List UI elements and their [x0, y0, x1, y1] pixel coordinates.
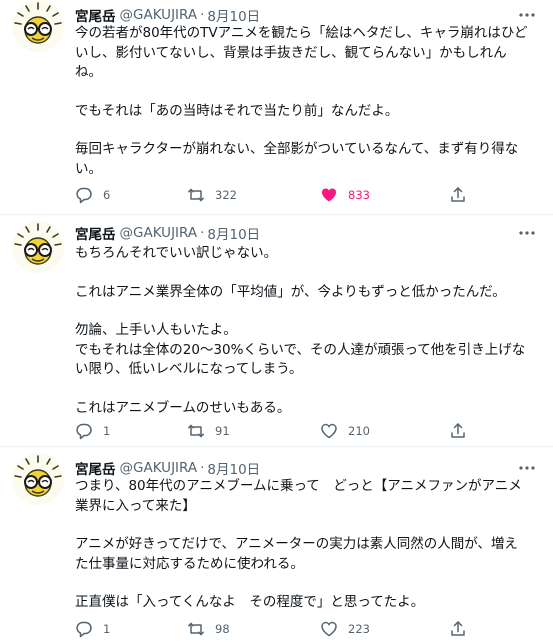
more-button[interactable]	[517, 5, 537, 25]
share-icon	[449, 620, 467, 638]
share-button[interactable]	[449, 619, 467, 639]
tweet-paragraph: 勿論、上手い人もいたよ。 でもそれは全体の20〜30%くらいで、その人達が頑張っ…	[75, 322, 526, 377]
tweet-actions: 6 322 833	[75, 185, 475, 205]
share-icon	[449, 186, 467, 204]
reply-count: 1	[103, 424, 111, 438]
tweet-date[interactable]: 8月10日	[207, 5, 260, 25]
like-count: 833	[348, 188, 370, 202]
reply-icon	[75, 620, 93, 638]
avatar[interactable]	[12, 453, 64, 505]
tweet-actions: 1 98 223	[75, 619, 475, 639]
heart-icon	[320, 620, 338, 638]
dot-separator: ·	[200, 225, 205, 241]
retweet-count: 98	[215, 622, 230, 636]
tweet[interactable]: 宮尾岳 @GAKUJIRA · 8月10日 もちろんそれでいい訳じゃない。 これ…	[0, 215, 553, 445]
tweet-paragraph: これはアニメ業界全体の「平均値」が、今よりもずっと低かったんだ。	[75, 283, 506, 300]
share-icon	[449, 422, 467, 440]
like-count: 210	[348, 424, 370, 438]
avatar[interactable]	[12, 0, 64, 52]
tweet-paragraph: アニメが好きってだけで、アニメーターの実力は素人同然の人間が、増え た仕事量に対…	[75, 536, 518, 572]
tweet-text: つまり、80年代のアニメブームに乗って どっと【アニメファンがアニメ 業界に入っ…	[75, 477, 545, 613]
retweet-icon	[187, 620, 205, 638]
reply-icon	[75, 186, 93, 204]
author-name[interactable]: 宮尾岳	[75, 223, 116, 243]
like-button[interactable]: 210	[320, 421, 370, 441]
retweet-count: 91	[215, 424, 230, 438]
tweet-actions: 1 91 210	[75, 421, 475, 441]
tweet-date[interactable]: 8月10日	[207, 458, 260, 478]
retweet-button[interactable]: 91	[187, 421, 230, 441]
author-handle[interactable]: @GAKUJIRA	[120, 460, 198, 476]
tweet[interactable]: 宮尾岳 @GAKUJIRA · 8月10日 今の若者が80年代のTVアニメを観た…	[0, 0, 553, 214]
tweet-text: もちろんそれでいい訳じゃない。 これはアニメ業界全体の「平均値」が、今よりもずっ…	[75, 244, 545, 418]
tweet-paragraph: これはアニメブームのせいもある。	[75, 399, 291, 416]
avatar[interactable]	[12, 221, 64, 273]
heart-icon	[320, 186, 338, 204]
retweet-count: 322	[215, 188, 237, 202]
more-button[interactable]	[517, 223, 537, 243]
more-icon	[517, 5, 537, 25]
retweet-button[interactable]: 98	[187, 619, 230, 639]
tweet-paragraph: でもそれは「あの当時はそれで当たり前」なんだよ。	[75, 102, 399, 119]
share-button[interactable]	[449, 185, 467, 205]
tweet-header: 宮尾岳 @GAKUJIRA · 8月10日	[75, 5, 260, 25]
reply-button[interactable]: 6	[75, 185, 110, 205]
author-handle[interactable]: @GAKUJIRA	[120, 7, 198, 23]
dot-separator: ·	[200, 7, 205, 23]
reply-count: 1	[103, 622, 111, 636]
tweet-date[interactable]: 8月10日	[207, 223, 260, 243]
more-button[interactable]	[517, 458, 537, 478]
tweet-paragraph: 毎回キャラクターが崩れない、全部影がついているなんて、まず有り得な い。	[75, 141, 519, 177]
author-name[interactable]: 宮尾岳	[75, 5, 116, 25]
like-count: 223	[348, 622, 370, 636]
retweet-icon	[187, 422, 205, 440]
author-name[interactable]: 宮尾岳	[75, 458, 116, 478]
more-icon	[517, 223, 537, 243]
author-handle[interactable]: @GAKUJIRA	[120, 225, 198, 241]
reply-icon	[75, 422, 93, 440]
tweet[interactable]: 宮尾岳 @GAKUJIRA · 8月10日 つまり、80年代のアニメブームに乗っ…	[0, 447, 553, 644]
heart-icon	[320, 422, 338, 440]
retweet-icon	[187, 186, 205, 204]
tweet-paragraph: もちろんそれでいい訳じゃない。	[75, 245, 278, 261]
reply-button[interactable]: 1	[75, 619, 110, 639]
tweet-text: 今の若者が80年代のTVアニメを観たら「絵はヘタだし、キャラ崩れはひど いし、影…	[75, 24, 545, 179]
like-button[interactable]: 833	[320, 185, 370, 205]
tweet-paragraph: 今の若者が80年代のTVアニメを観たら「絵はヘタだし、キャラ崩れはひど いし、影…	[75, 25, 528, 80]
retweet-button[interactable]: 322	[187, 185, 237, 205]
tweet-paragraph: 正直僕は「入ってくんなよ その程度で」と思ってたよ。	[75, 594, 425, 610]
share-button[interactable]	[449, 421, 467, 441]
reply-count: 6	[103, 188, 111, 202]
like-button[interactable]: 223	[320, 619, 370, 639]
tweet-header: 宮尾岳 @GAKUJIRA · 8月10日	[75, 458, 260, 478]
tweet-paragraph: つまり、80年代のアニメブームに乗って どっと【アニメファンがアニメ 業界に入っ…	[75, 478, 522, 514]
dot-separator: ·	[200, 460, 205, 476]
reply-button[interactable]: 1	[75, 421, 110, 441]
more-icon	[517, 458, 537, 478]
tweet-header: 宮尾岳 @GAKUJIRA · 8月10日	[75, 223, 260, 243]
